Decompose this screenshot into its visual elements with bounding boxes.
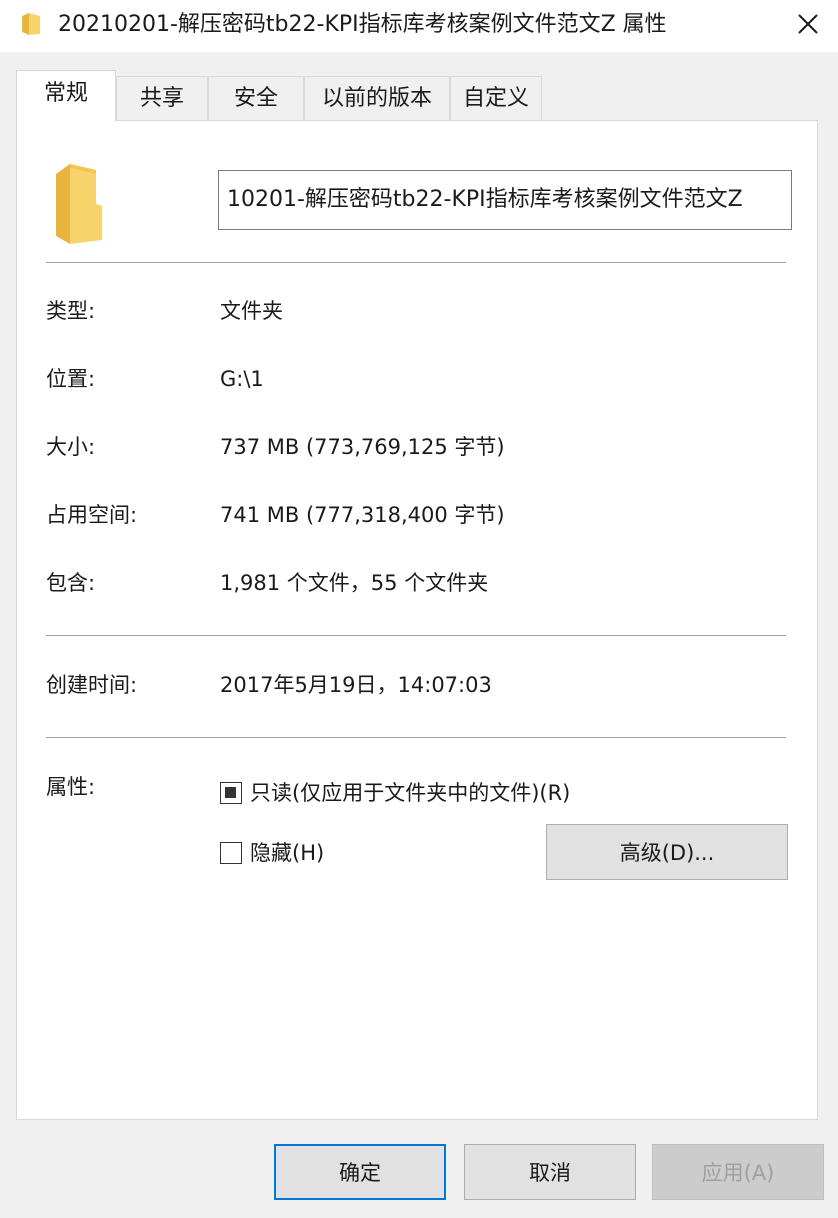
general-tab-panel bbox=[16, 120, 818, 1120]
type-label: 类型: bbox=[46, 299, 96, 323]
divider bbox=[46, 262, 786, 263]
created-label: 创建时间: bbox=[46, 673, 138, 697]
type-value: 文件夹 bbox=[220, 299, 283, 323]
tab-general[interactable]: 常规 bbox=[16, 70, 116, 122]
folder-name-input[interactable]: 10201-解压密码tb22-KPI指标库考核案例文件范文Z bbox=[218, 170, 792, 230]
close-button[interactable] bbox=[786, 4, 830, 44]
readonly-label[interactable]: 只读(仅应用于文件夹中的文件)(R) bbox=[250, 778, 570, 808]
tab-security[interactable]: 安全 bbox=[208, 76, 304, 120]
title-bar: 20210201-解压密码tb22-KPI指标库考核案例文件范文Z 属性 bbox=[0, 0, 838, 52]
location-label: 位置: bbox=[46, 367, 96, 391]
size-value: 737 MB (773,769,125 字节) bbox=[220, 435, 505, 459]
attributes-label: 属性: bbox=[46, 775, 96, 799]
divider bbox=[46, 635, 786, 636]
folder-icon bbox=[22, 13, 40, 35]
divider bbox=[46, 737, 786, 738]
advanced-button[interactable]: 高级(D)... bbox=[546, 824, 788, 880]
hidden-label[interactable]: 隐藏(H) bbox=[250, 838, 324, 868]
size-on-disk-value: 741 MB (777,318,400 字节) bbox=[220, 503, 505, 527]
folder-icon bbox=[56, 164, 102, 244]
ok-button[interactable]: 确定 bbox=[274, 1144, 446, 1200]
apply-button[interactable]: 应用(A) bbox=[652, 1144, 824, 1200]
indeterminate-mark bbox=[225, 787, 236, 798]
contains-label: 包含: bbox=[46, 571, 96, 595]
window-title: 20210201-解压密码tb22-KPI指标库考核案例文件范文Z 属性 bbox=[58, 12, 667, 37]
readonly-checkbox[interactable] bbox=[220, 782, 242, 804]
close-icon bbox=[798, 14, 818, 34]
created-value: 2017年5月19日，14:07:03 bbox=[220, 673, 492, 697]
size-on-disk-label: 占用空间: bbox=[46, 503, 138, 527]
tab-customize[interactable]: 自定义 bbox=[450, 76, 542, 120]
tab-previous-versions[interactable]: 以前的版本 bbox=[304, 76, 450, 120]
tab-sharing[interactable]: 共享 bbox=[116, 76, 208, 120]
contains-value: 1,981 个文件，55 个文件夹 bbox=[220, 571, 489, 595]
hidden-checkbox[interactable] bbox=[220, 842, 242, 864]
size-label: 大小: bbox=[46, 435, 96, 459]
location-value: G:\1 bbox=[220, 367, 264, 391]
cancel-button[interactable]: 取消 bbox=[464, 1144, 636, 1200]
